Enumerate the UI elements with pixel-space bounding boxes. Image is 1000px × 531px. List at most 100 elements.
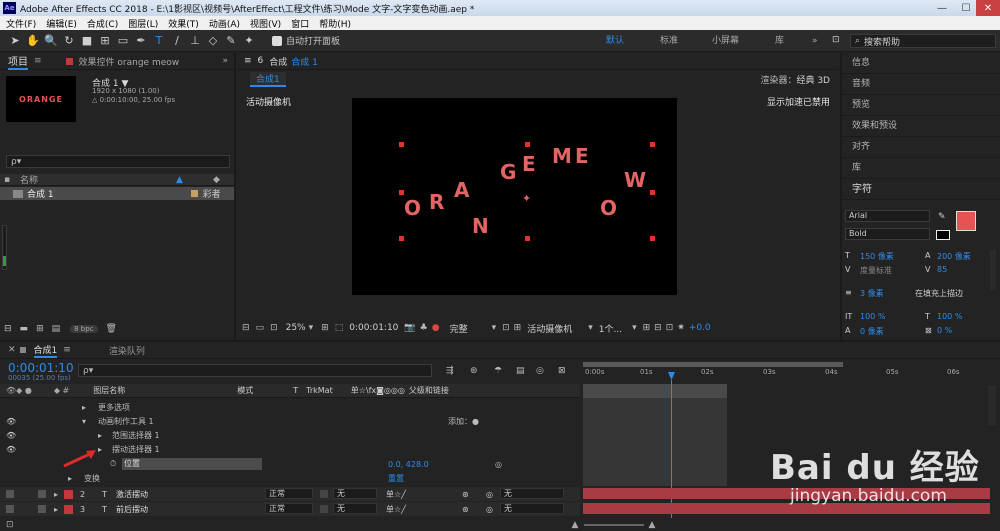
selection-tool-icon[interactable]: ➤ [8, 34, 22, 48]
font-family-select[interactable]: Arial [845, 210, 930, 222]
stroke-mode-select[interactable]: 在填充上描边 [915, 288, 963, 299]
viewer-timecode[interactable]: 0:00:01:10 [349, 323, 398, 333]
layer-label-color[interactable] [64, 504, 73, 514]
renderer-value[interactable]: 经典 3D [796, 73, 830, 86]
layer-switches[interactable]: 单☆╱ [386, 489, 406, 500]
expand-arrow-icon[interactable]: ▸ [98, 431, 102, 440]
bbox-handle-tl[interactable] [399, 142, 404, 147]
monitor-icon[interactable]: ▭ [256, 323, 265, 333]
maximize-button[interactable]: ☐ [954, 0, 978, 16]
bbox-handle-tr[interactable] [650, 142, 655, 147]
tracking-value[interactable]: 85 [937, 265, 947, 274]
expand-arrow-icon[interactable]: ▸ [82, 403, 86, 412]
close-button[interactable]: ✕ [976, 0, 1000, 16]
project-col-name[interactable]: 名称 [20, 173, 38, 186]
zoom-out-icon[interactable]: ▲ [572, 520, 579, 530]
views-chevron-icon[interactable]: ▾ [632, 323, 637, 333]
render-queue-tab[interactable]: 渲染队列 [109, 344, 145, 357]
new-folder-icon[interactable]: ▬ [20, 324, 29, 334]
puppet-tool-icon[interactable]: ✦ [242, 34, 256, 48]
vscale-value[interactable]: 100 % [860, 312, 885, 321]
bpc-toggle[interactable]: 8 bpc [70, 325, 98, 333]
menu-window[interactable]: 窗口 [291, 17, 309, 30]
time-ruler[interactable]: 0:00s 01s 02s 03s 04s 05s 06s [583, 366, 991, 380]
fast-preview-icon[interactable]: ⊡ [502, 323, 510, 333]
project-menu-icon[interactable]: ≡ [34, 56, 42, 66]
layer-trkmat-select[interactable]: 无 [333, 503, 377, 514]
draft-3d-icon[interactable]: ⊛ [470, 366, 478, 376]
show-snapshot-icon[interactable]: ♣ [420, 323, 428, 333]
flowchart-icon[interactable]: ⊞ [643, 323, 651, 333]
camera-tool-icon[interactable]: ■ [80, 34, 94, 48]
bbox-handle-tc[interactable] [525, 142, 530, 147]
pick-whip-icon[interactable]: ◎ [486, 505, 493, 514]
project-vertical-scroll[interactable] [2, 225, 7, 270]
layer-trkmat-select[interactable]: 无 [333, 488, 377, 499]
baseline-value[interactable]: 0 像素 [860, 326, 884, 337]
quality-select[interactable]: 完整 [450, 322, 468, 335]
transparency-grid-icon[interactable]: ⊡ [270, 323, 278, 333]
kerning-value[interactable]: 度量标准 [860, 265, 892, 276]
workspace-library[interactable]: 库 [775, 30, 784, 52]
menu-file[interactable]: 文件(F) [6, 17, 36, 30]
snapshot-icon[interactable]: 📷 [404, 323, 415, 333]
timeline-scrollbar[interactable] [988, 385, 996, 425]
menu-effect[interactable]: 效果(T) [168, 17, 199, 30]
lock-switch[interactable] [38, 505, 46, 513]
timeline-search-input[interactable]: ρ▾ [78, 364, 432, 377]
bbox-handle-ml[interactable] [399, 190, 404, 195]
viewer-menu-icon[interactable]: ≡ [244, 56, 252, 66]
character-panel-title[interactable]: 字符 [842, 179, 1000, 200]
bbox-handle-bc[interactable] [525, 236, 530, 241]
expression-icon[interactable]: ◎ [495, 460, 502, 469]
graph-editor-icon[interactable]: ⊠ [558, 366, 566, 376]
footer-icon[interactable]: ⊡ [6, 520, 14, 530]
col-t[interactable]: T [293, 386, 298, 395]
position-value[interactable]: 0.0, 428.0 [388, 460, 429, 469]
panel-library[interactable]: 库 [842, 158, 1000, 179]
menu-edit[interactable]: 编辑(E) [46, 17, 77, 30]
leading-value[interactable]: 200 像素 [937, 251, 971, 262]
effects-control-tab[interactable]: 效果控件 orange meow [79, 55, 180, 68]
pick-whip-icon[interactable]: ◎ [486, 490, 493, 499]
col-layer-name[interactable]: 图层名称 [93, 385, 125, 396]
channel-icon[interactable]: ● [432, 323, 440, 333]
bbox-handle-mr[interactable] [650, 190, 655, 195]
zoom-chevron-icon[interactable]: ▾ [309, 323, 314, 333]
visibility-eye-icon[interactable]: 👁 [6, 431, 16, 440]
workspace-standard[interactable]: 标准 [660, 30, 678, 52]
workspace-more[interactable]: » [812, 30, 818, 52]
anchor-point-icon[interactable]: ✦ [522, 192, 531, 205]
timeline-timecode[interactable]: 0:00:01:10 [8, 361, 74, 375]
layer-switches[interactable]: 单☆╱ [386, 504, 406, 515]
prop-row-more-options[interactable]: ▸ 更多选项 [0, 400, 580, 414]
expand-arrow-icon[interactable]: ▸ [68, 474, 72, 483]
new-comp-icon[interactable]: ⊞ [36, 324, 44, 334]
panel-effects-presets[interactable]: 效果和预设 [842, 116, 1000, 137]
layer-name[interactable]: 激活摆动 [116, 489, 148, 500]
layer-name[interactable]: 前后摆动 [116, 504, 148, 515]
panel-audio[interactable]: 音频 [842, 74, 1000, 95]
layer-mode-select[interactable]: 正常 [265, 503, 313, 514]
panel-align[interactable]: 对齐 [842, 137, 1000, 158]
col-mode[interactable]: 模式 [237, 385, 253, 396]
timeline-zoom-slider[interactable] [584, 523, 645, 526]
video-switch[interactable] [6, 490, 14, 498]
project-item-row[interactable]: 合成 1 彩者 [0, 187, 234, 200]
zoom-select[interactable]: 25% [286, 323, 306, 333]
layer-parent-select[interactable]: 无 [500, 488, 564, 499]
comp-canvas[interactable]: O R A N G E M E O W ✦ [352, 98, 677, 295]
stroke-width-value[interactable]: 3 像素 [860, 288, 884, 299]
prop-row-transform[interactable]: ▸ 变换 重置 [0, 471, 580, 485]
layer-row-2[interactable]: ▸ 2 T 激活摆动 正常 无 单☆╱ ⊛ ◎ 无 [0, 487, 580, 501]
comp-flow-icon[interactable]: ⊡ [666, 323, 674, 333]
tsume-value[interactable]: 0 % [937, 326, 952, 335]
toggle-view-icon[interactable]: ⊞ [514, 323, 522, 333]
preserve-transparency[interactable] [320, 490, 328, 498]
pan-behind-tool-icon[interactable]: ⊞ [98, 34, 112, 48]
zoom-in-icon[interactable]: ▲ [648, 520, 655, 530]
reset-button[interactable]: 重置 [388, 473, 404, 484]
timeline-menu-icon[interactable]: ≡ [63, 345, 71, 355]
interpret-footage-icon[interactable]: ⊟ [4, 324, 12, 334]
type-tool-icon[interactable]: T [152, 34, 166, 48]
